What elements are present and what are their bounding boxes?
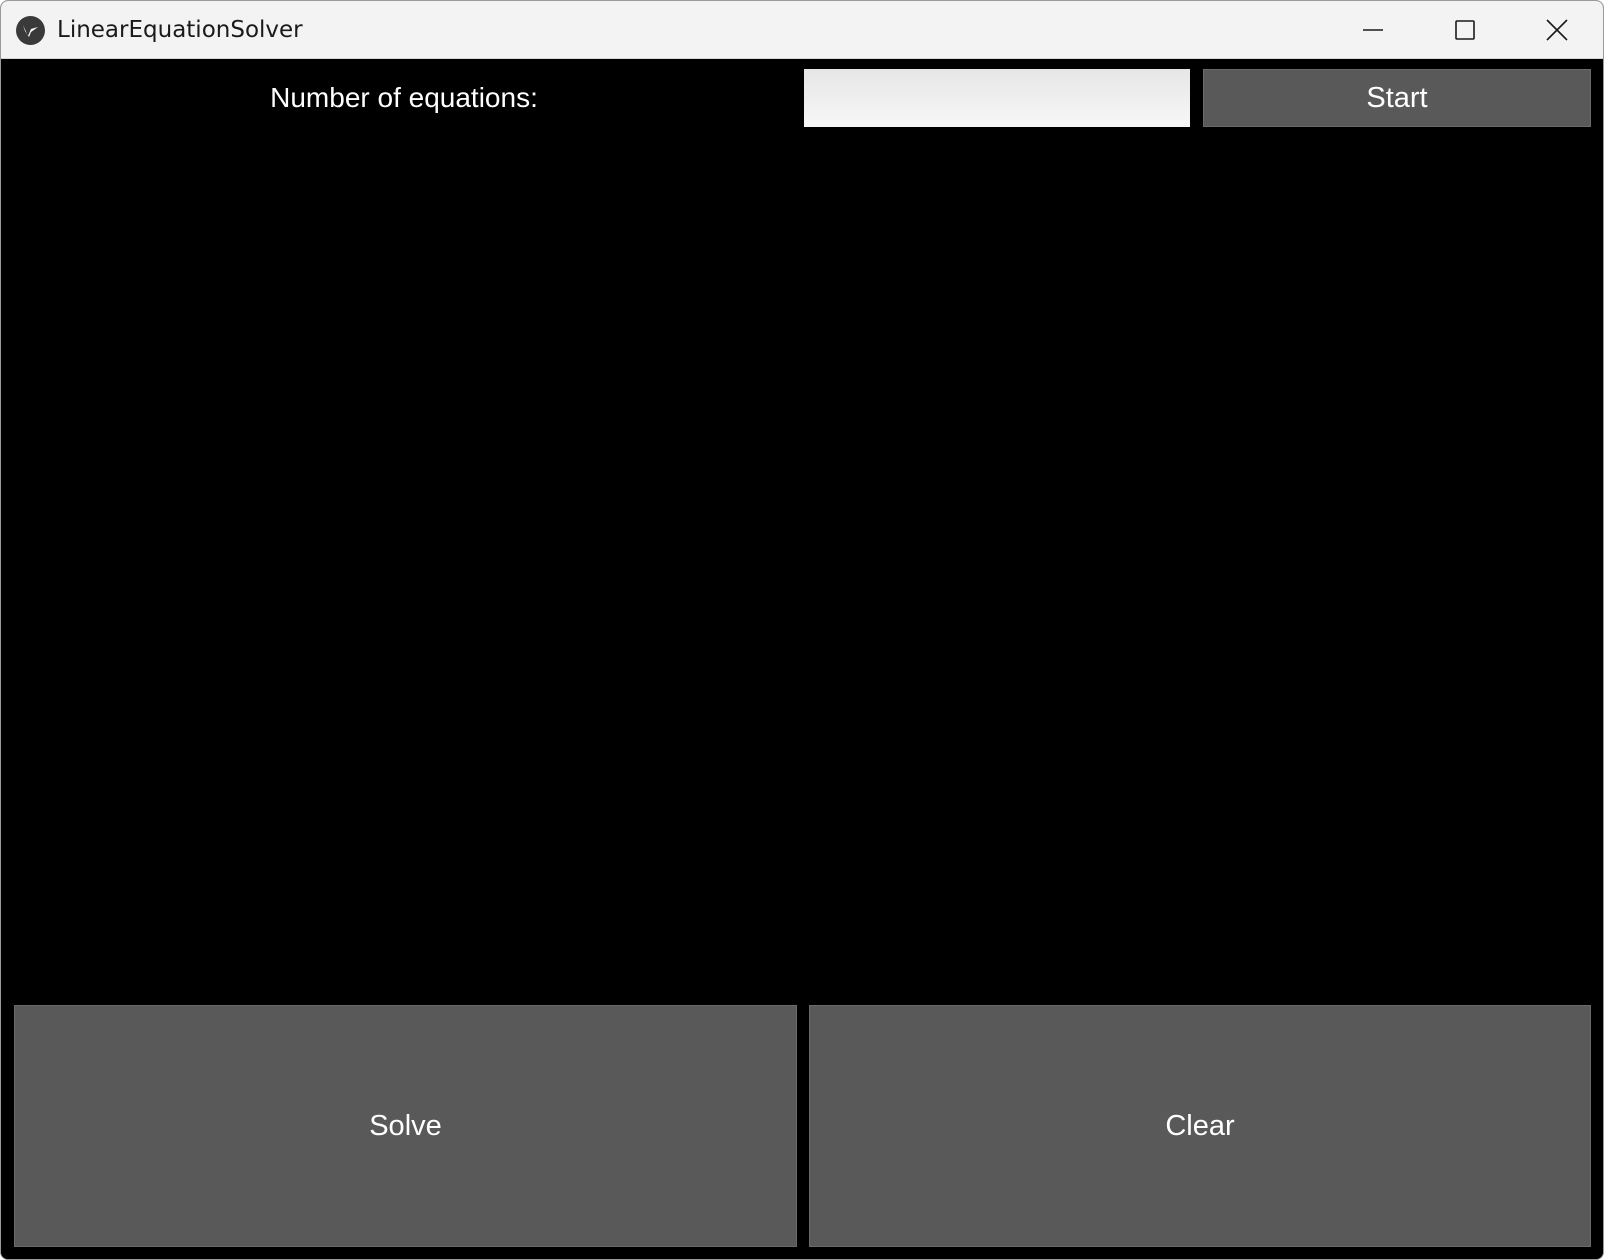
title-bar[interactable]: LinearEquationSolver xyxy=(1,1,1603,59)
minimize-icon xyxy=(1363,28,1383,31)
app-window: LinearEquationSolver Number of equations… xyxy=(0,0,1604,1260)
maximize-icon xyxy=(1455,19,1475,40)
start-button[interactable]: Start xyxy=(1203,69,1591,127)
clear-button[interactable]: Clear xyxy=(809,1005,1591,1247)
window-title: LinearEquationSolver xyxy=(57,17,303,43)
num-equations-label: Number of equations: xyxy=(270,82,538,113)
solve-button[interactable]: Solve xyxy=(14,1005,797,1247)
main-content: Number of equations: Start Solve Clear xyxy=(1,59,1603,1259)
minimize-button[interactable] xyxy=(1327,1,1419,58)
close-icon xyxy=(1546,18,1568,41)
kivy-logo-icon xyxy=(16,16,45,45)
close-button[interactable] xyxy=(1511,1,1603,58)
num-equations-input[interactable] xyxy=(804,69,1190,127)
maximize-button[interactable] xyxy=(1419,1,1511,58)
